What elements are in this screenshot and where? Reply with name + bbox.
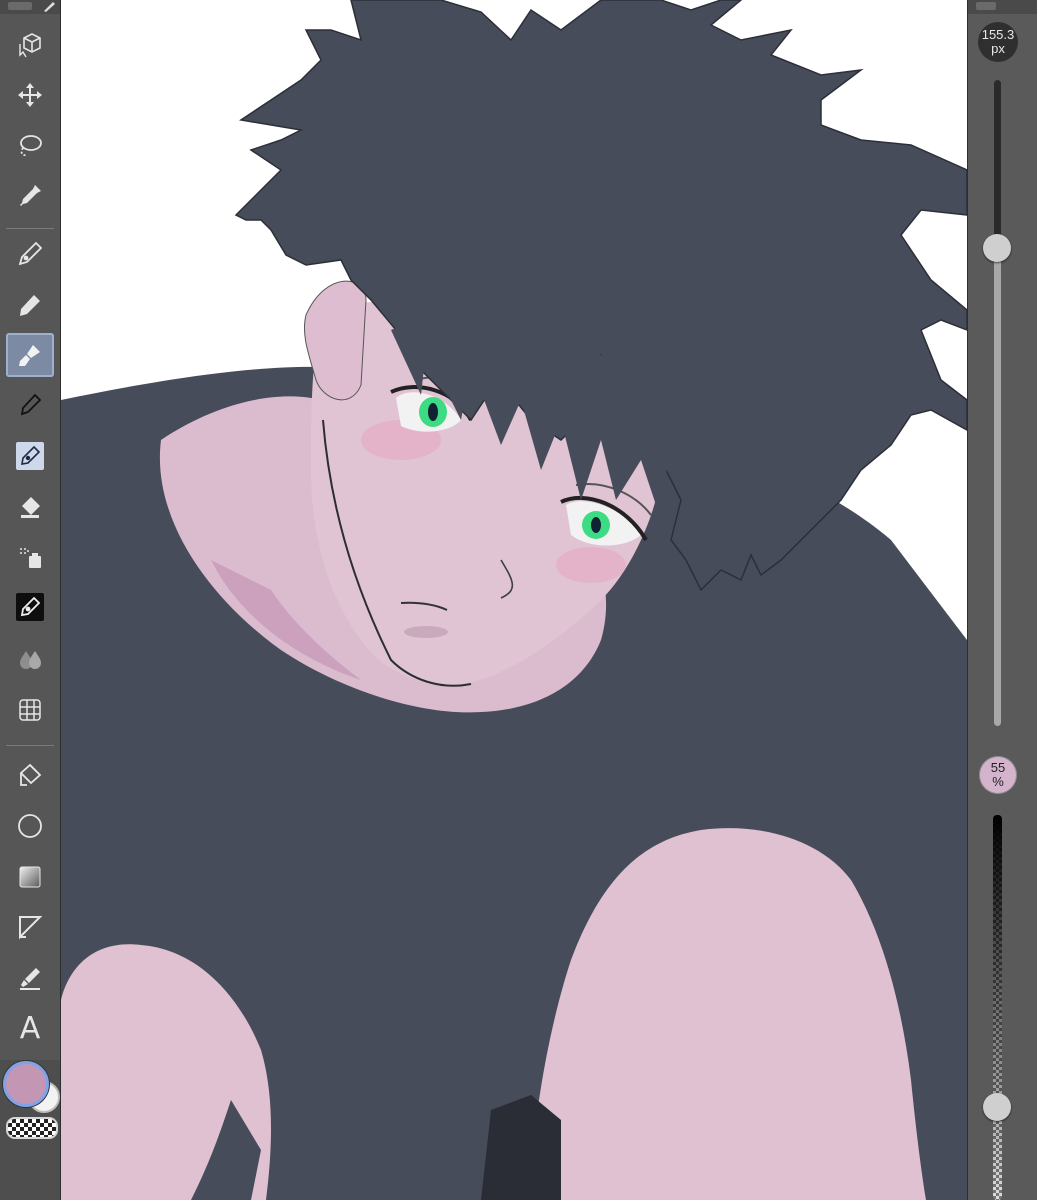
paint-bucket-icon: [19, 763, 42, 786]
toolbar-header: [0, 0, 60, 14]
decoration-tool-button[interactable]: [16, 442, 44, 470]
brush-slider-panel: 155.3 px 55 %: [967, 0, 1037, 1200]
spray-tool-button[interactable]: [8, 535, 52, 579]
spray-icon: [20, 548, 41, 568]
vector-pen-tool-button[interactable]: [16, 593, 44, 621]
text-a-icon: A: [19, 1010, 41, 1046]
artwork: [61, 0, 967, 1200]
palette-tab-handle[interactable]: [8, 2, 32, 10]
blend-tool-button[interactable]: [8, 637, 52, 681]
toolbar-divider: [6, 228, 54, 229]
paint-brush-icon: [19, 345, 40, 366]
toolbar-divider: [6, 745, 54, 746]
brush-size-unit: px: [991, 41, 1005, 56]
move-tool-button[interactable]: [8, 73, 52, 117]
main-color-swatch[interactable]: [3, 1061, 49, 1107]
calligraphy-pen-icon: [21, 445, 41, 465]
move-arrows-icon: [18, 83, 42, 107]
brush-size-value: 155.3: [981, 27, 1015, 42]
brush-size-slider-thumb[interactable]: [983, 234, 1011, 262]
eraser-icon: [21, 497, 40, 518]
eyedropper-icon: [20, 185, 41, 206]
grid-ruler-icon: [19, 699, 41, 721]
transparent-color-swatch[interactable]: [6, 1117, 58, 1139]
operation-tool-button[interactable]: [8, 22, 52, 66]
brush-opacity-indicator[interactable]: 55 %: [979, 756, 1017, 794]
fill-tool-button[interactable]: [8, 753, 52, 797]
pencil-icon: [20, 295, 40, 316]
line-correction-icon: [20, 968, 40, 990]
gradient-tool-button[interactable]: [8, 855, 52, 899]
panel-tab-handle[interactable]: [976, 2, 996, 10]
frame-border-icon: [19, 916, 43, 940]
brush-opacity-value: 55: [990, 760, 1006, 775]
brush-size-indicator[interactable]: 155.3 px: [978, 22, 1018, 62]
cube-cursor-icon: [19, 33, 41, 58]
pen-nib-icon: [18, 241, 43, 266]
drawing-canvas[interactable]: [61, 0, 967, 1200]
pen-tool-button[interactable]: [8, 232, 52, 276]
brush-opacity-slider-track[interactable]: [993, 815, 1002, 1200]
panel-header: [968, 0, 1037, 14]
dark-sleeve: [481, 1095, 561, 1200]
correct-line-tool-button[interactable]: [8, 956, 52, 1000]
circle-shape-icon: [18, 814, 42, 838]
eraser-tool-button[interactable]: [8, 485, 52, 529]
brush-opacity-unit: %: [992, 774, 1004, 789]
pencil-mini-icon: [44, 2, 55, 12]
lasso-icon: [20, 135, 42, 157]
pencil-tool-button[interactable]: [8, 283, 52, 327]
eyedropper-tool-button[interactable]: [8, 174, 52, 218]
brush-tool-button[interactable]: [6, 333, 54, 377]
brush-size-slider-track[interactable]: [994, 80, 1001, 726]
right-cheek-blush: [556, 547, 626, 583]
frame-tool-button[interactable]: [8, 905, 52, 949]
vector-pen-icon: [20, 596, 41, 617]
lip-blush: [404, 626, 448, 638]
water-drops-icon: [20, 651, 41, 669]
fine-pen-icon: [20, 393, 42, 416]
gradient-square-icon: [19, 866, 41, 888]
text-tool-button[interactable]: A: [8, 1006, 52, 1050]
perspective-ruler-tool-button[interactable]: [8, 688, 52, 732]
selection-tool-button[interactable]: [8, 123, 52, 167]
airbrush-tool-button[interactable]: [8, 383, 52, 427]
figure-tool-button[interactable]: [8, 804, 52, 848]
tool-palette: A: [0, 0, 61, 1200]
brush-opacity-slider-thumb[interactable]: [983, 1093, 1011, 1121]
